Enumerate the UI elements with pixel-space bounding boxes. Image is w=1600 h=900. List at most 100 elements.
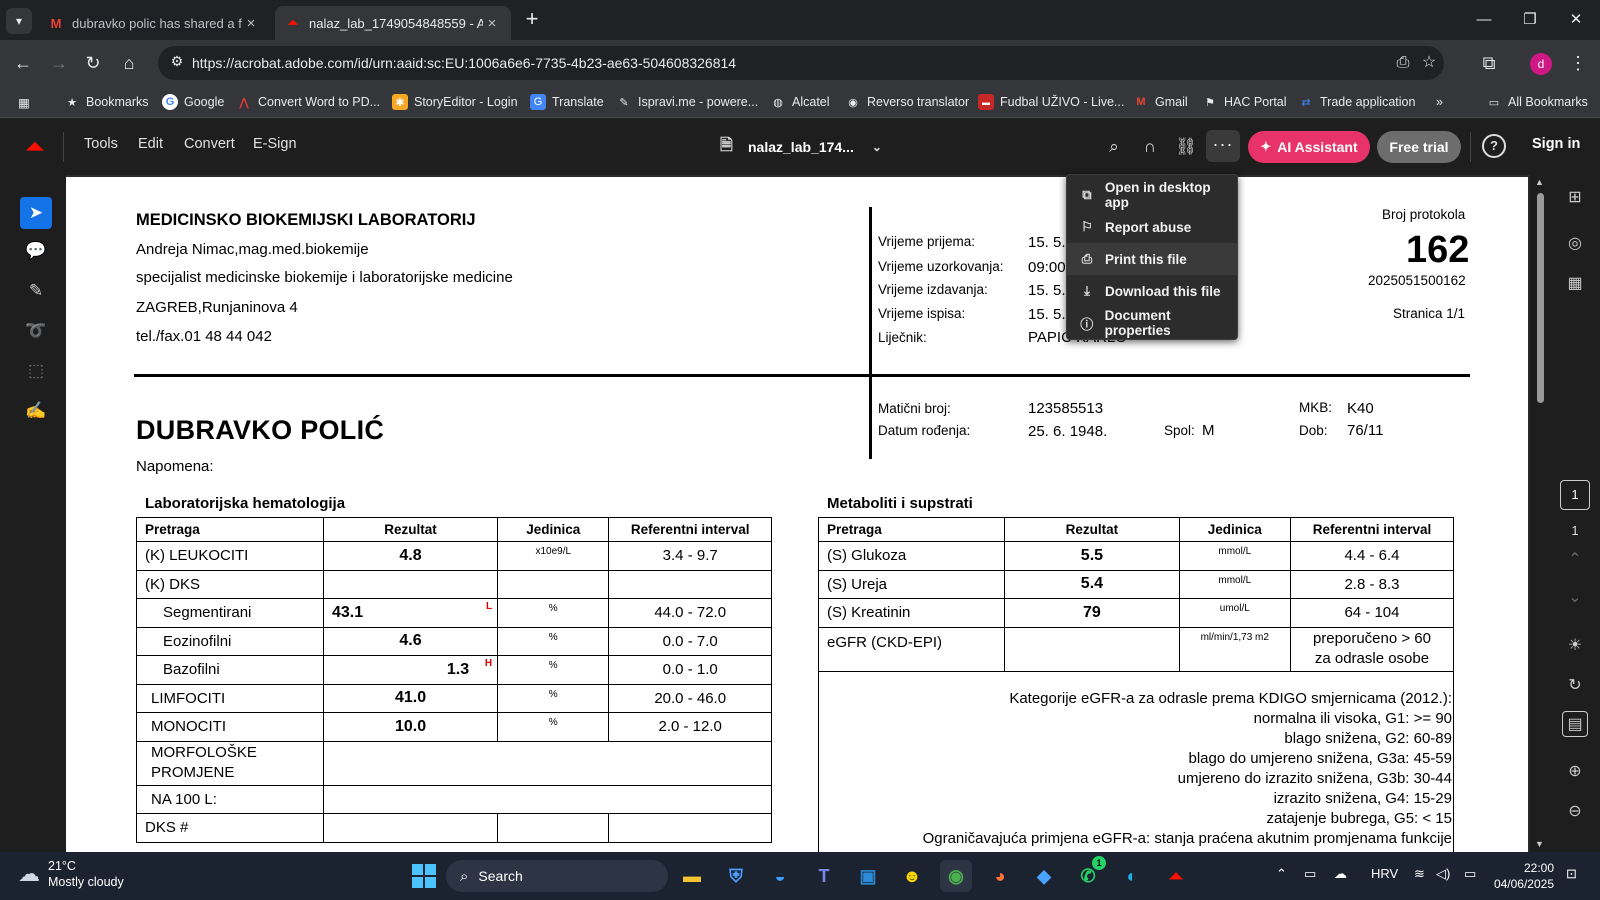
read-aloud-icon[interactable]: ∩ (1138, 135, 1162, 159)
tab-acrobat[interactable]: ⏶ nalaz_lab_1749054848559 - Adobe × (275, 6, 511, 40)
rotate-icon[interactable]: ↻ (1562, 673, 1588, 699)
menu-tools[interactable]: Tools (84, 136, 118, 152)
text-box-icon[interactable]: ⬚ (20, 355, 52, 387)
tab-search-button[interactable]: ▾ (6, 8, 32, 34)
all-bookmarks[interactable]: ▭ All Bookmarks (1486, 90, 1588, 114)
battery-icon[interactable]: ▭ (1464, 866, 1476, 882)
bookmark-item[interactable]: M Gmail (1133, 90, 1187, 114)
search-icon[interactable]: ⌕ (1102, 135, 1126, 159)
photos-icon[interactable]: ▣ (852, 860, 884, 892)
bookmark-item[interactable]: ✎ Ispravi.me - powere... (616, 90, 758, 114)
bookmark-item[interactable]: G Google (162, 90, 224, 114)
menu-convert[interactable]: Convert (184, 136, 235, 152)
extensions-icon[interactable]: ⧉ (1474, 48, 1504, 78)
bookmark-item[interactable]: ⇄ Trade application (1298, 90, 1415, 114)
menu-edit[interactable]: Edit (138, 136, 163, 152)
game-icon[interactable]: ☻ (896, 860, 928, 892)
forward-button[interactable]: → (44, 48, 74, 78)
menu-open-desktop[interactable]: ⧉ Open in desktop app (1067, 179, 1237, 211)
address-bar[interactable]: ⚙ https://acrobat.adobe.com/id/urn:aaid:… (158, 46, 1444, 80)
reload-button[interactable]: ↻ (78, 48, 108, 78)
zoom-out-icon[interactable]: ⊖ (1562, 799, 1588, 825)
brightness-icon[interactable]: ☀ (1562, 633, 1588, 659)
bookmark-item[interactable]: ⚑ HAC Portal (1202, 90, 1286, 114)
page-up-icon[interactable]: ⌃ (1562, 547, 1588, 573)
whatsapp-icon[interactable]: ✆ 1 (1072, 856, 1106, 892)
install-app-icon[interactable]: ⎙ (1392, 52, 1414, 74)
draw-icon[interactable]: ➰ (20, 315, 52, 347)
menu-esign[interactable]: E-Sign (253, 136, 297, 152)
site-info-icon[interactable]: ⚙ (166, 53, 188, 73)
menu-download-file[interactable]: ⤓ Download this file (1067, 275, 1237, 307)
defender-icon[interactable]: ⛨ (720, 860, 752, 892)
zoom-in-icon[interactable]: ⊕ (1562, 759, 1588, 785)
current-page-box[interactable]: 1 (1560, 480, 1590, 510)
select-cursor-icon[interactable]: ➤ (20, 197, 52, 229)
close-window-button[interactable]: ✕ (1556, 4, 1596, 36)
ai-summary-icon[interactable]: ⊞ (1562, 185, 1588, 211)
bookmark-item[interactable]: G Translate (530, 90, 604, 114)
comments-panel-icon[interactable]: ◎ (1562, 231, 1588, 257)
menu-report-abuse[interactable]: ⚐ Report abuse (1067, 211, 1237, 243)
bookmark-star-icon[interactable]: ☆ (1418, 52, 1440, 74)
notifications-icon[interactable]: ▭ (1304, 866, 1316, 882)
start-button[interactable] (412, 864, 436, 888)
close-tab-icon[interactable]: × (483, 15, 501, 32)
acrobat-logo-icon[interactable]: ⏶ (22, 134, 48, 160)
signature-icon[interactable]: ✍ (20, 395, 52, 427)
show-hidden-icons[interactable]: ⌃ (1276, 866, 1287, 882)
document-scrollbar[interactable]: ▲ ▼ (1530, 175, 1550, 852)
notification-center-icon[interactable]: ⊡ (1566, 866, 1577, 882)
thumbnails-icon[interactable]: ▦ (1562, 271, 1588, 297)
ai-assistant-button[interactable]: ✦ AI Assistant (1248, 131, 1370, 163)
language-indicator[interactable]: HRV (1371, 866, 1398, 881)
scrollbar-thumb[interactable] (1537, 193, 1544, 403)
acrobat-taskbar-icon[interactable]: ⏶ (1160, 860, 1192, 892)
profile-avatar[interactable]: d (1530, 53, 1552, 75)
bookmark-item[interactable]: ★ Bookmarks (64, 90, 148, 114)
test-result (322, 569, 499, 599)
comment-icon[interactable]: 💬 (20, 235, 52, 267)
browser-menu-icon[interactable]: ⋮ (1563, 48, 1593, 78)
teams-icon[interactable]: T (808, 860, 840, 892)
link-icon[interactable]: ⛓ (1174, 135, 1198, 159)
volume-icon[interactable]: ◁) (1436, 866, 1450, 882)
sign-in-button[interactable]: Sign in (1532, 136, 1580, 152)
bookmark-item[interactable]: ◍ Alcatel (770, 90, 829, 114)
more-options-button[interactable]: ··· (1206, 130, 1240, 162)
back-button[interactable]: ← (8, 48, 38, 78)
maximize-button[interactable]: ❐ (1510, 4, 1550, 36)
scroll-up-icon[interactable]: ▲ (1535, 177, 1544, 187)
menu-document-properties[interactable]: ⓘ Document properties (1067, 307, 1237, 339)
onedrive-icon[interactable]: ☁ (1334, 866, 1347, 882)
close-tab-icon[interactable]: × (242, 15, 260, 32)
bookmark-item[interactable]: ✱ StoryEditor - Login (392, 90, 518, 114)
scroll-down-icon[interactable]: ▼ (1535, 839, 1544, 849)
home-button[interactable]: ⌂ (114, 48, 144, 78)
highlight-pen-icon[interactable]: ✎ (20, 275, 52, 307)
edge-icon[interactable]: ◐ (1116, 860, 1148, 892)
free-trial-button[interactable]: Free trial (1377, 131, 1461, 163)
new-tab-button[interactable]: + (518, 6, 546, 34)
more-bookmarks-icon[interactable]: » (1436, 90, 1443, 114)
minimize-button[interactable]: — (1464, 4, 1504, 36)
filename-dropdown[interactable]: 🗎 nalaz_lab_174... ⌄ (720, 132, 882, 162)
tab-gmail[interactable]: M dubravko polic has shared a file × (38, 6, 270, 40)
bookmark-item[interactable]: ▬ Fudbal UŽIVO - Live... (978, 90, 1124, 114)
firefox-icon[interactable]: ◕ (984, 860, 1016, 892)
file-explorer-icon[interactable]: ▬ (676, 860, 708, 892)
menu-print-file[interactable]: ⎙ Print this file (1067, 243, 1237, 275)
page-down-icon[interactable]: ⌄ (1562, 585, 1588, 611)
app-icon[interactable]: ◒ (764, 860, 796, 892)
bookmark-item[interactable]: ⋀ Convert Word to PD... (236, 90, 380, 114)
weather-widget[interactable]: ☁ 21°C Mostly cloudy (18, 858, 124, 890)
clock[interactable]: 22:00 04/06/2025 (1490, 860, 1554, 892)
apps-grid-icon[interactable]: ▦ (18, 90, 30, 114)
help-icon[interactable]: ? (1482, 134, 1506, 158)
wifi-icon[interactable]: ≋ (1414, 866, 1425, 882)
kodi-icon[interactable]: ◆ (1028, 860, 1060, 892)
bookmark-item[interactable]: ◉ Reverso translator (845, 90, 969, 114)
chrome-icon[interactable]: ◉ (940, 860, 972, 892)
page-fit-icon[interactable]: ▤ (1562, 711, 1588, 737)
taskbar-search[interactable]: ⌕ Search (446, 860, 668, 892)
